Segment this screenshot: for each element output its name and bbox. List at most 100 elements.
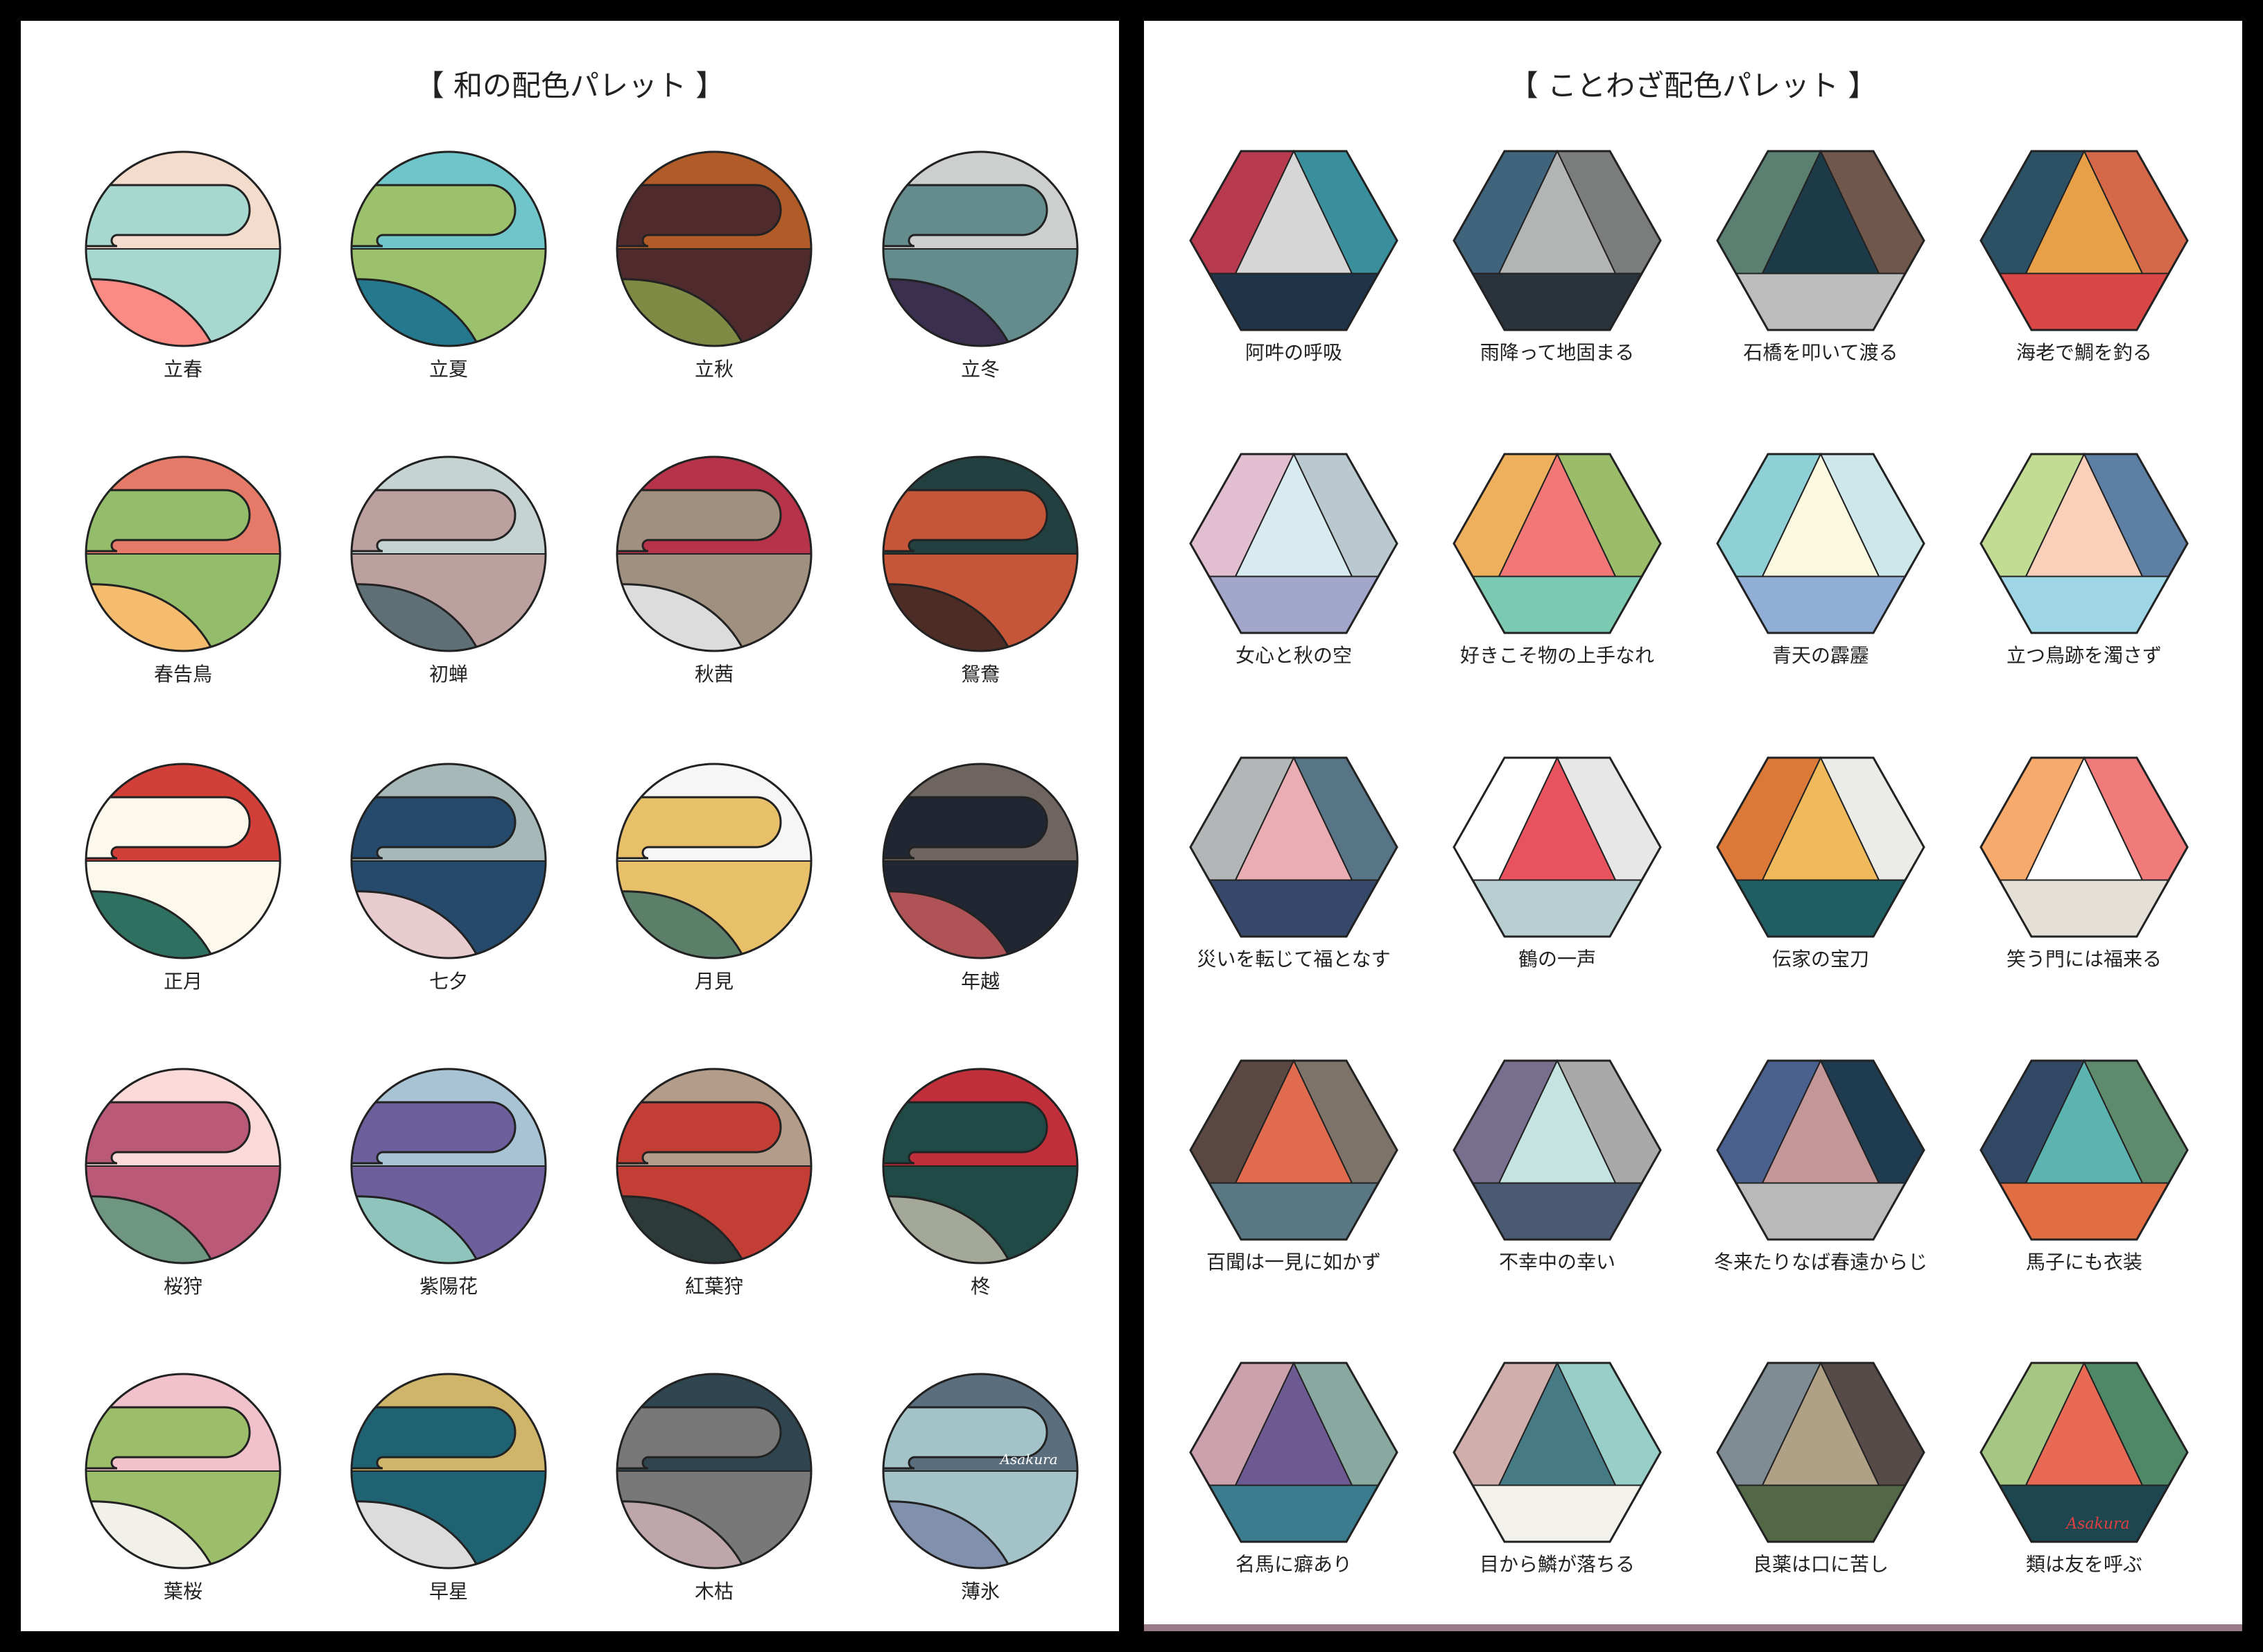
kotowaza-palette-swatch: 不幸中の幸い	[1446, 1059, 1668, 1275]
wa-palette-swatch: 立春	[72, 149, 294, 382]
kotowaza-palette-swatch: 青天の霹靂	[1710, 452, 1932, 668]
kotowaza-hexagon-graphic	[1716, 1361, 1925, 1543]
kotowaza-palette-swatch: 伝家の宝刀	[1710, 756, 1932, 972]
wa-palette-swatch: 月見	[603, 761, 825, 994]
kotowaza-hexagon-graphic	[1979, 1059, 2189, 1241]
wa-palette-swatch: 桜狩	[72, 1066, 294, 1299]
wa-palette-swatch: 立冬	[869, 149, 1091, 382]
wa-swatch-label: 秋茜	[694, 663, 734, 686]
kotowaza-palette-swatch: 災いを転じて福となす	[1183, 756, 1405, 972]
wa-circle-graphic	[882, 763, 1079, 959]
wa-palette-swatch: 鴛鴦	[869, 454, 1091, 687]
kotowaza-hexagon-graphic	[1979, 452, 2189, 634]
kotowaza-swatch-label: 女心と秋の空	[1235, 644, 1352, 667]
kotowaza-palette-swatch: 好きこそ物の上手なれ	[1446, 452, 1668, 668]
wa-circle-graphic: Asakura	[882, 1373, 1079, 1570]
wa-palette-panel: 【 和の配色パレット 】 立春 立夏 立秋 立冬 春告鳥 初蝉 秋茜 鴛鴦 正月 七夕 月見 年越 桜狩…	[21, 21, 1119, 1631]
kotowaza-palette-swatch: 立つ鳥跡を濁さず	[1973, 452, 2195, 668]
kotowaza-hexagon-graphic	[1189, 149, 1398, 331]
kotowaza-palette-swatch: 目から鱗が落ちる	[1446, 1361, 1668, 1577]
wa-circle-graphic	[616, 1068, 813, 1264]
kotowaza-hexagon-graphic: Asakura	[1979, 1361, 2189, 1543]
wa-circle-graphic	[882, 150, 1079, 347]
wa-circle-graphic	[882, 1068, 1079, 1264]
wa-swatch-label: 柊	[970, 1275, 990, 1298]
kotowaza-hexagon-graphic	[1189, 1361, 1398, 1543]
signature-text: Asakura	[998, 1451, 1057, 1468]
kotowaza-hexagon-graphic	[1453, 452, 1662, 634]
kotowaza-palette-swatch: 女心と秋の空	[1183, 452, 1405, 668]
kotowaza-palette-swatch: 海老で鯛を釣る	[1973, 149, 2195, 365]
kotowaza-hexagon-graphic	[1716, 756, 1925, 938]
kotowaza-palette-swatch: 石橋を叩いて渡る	[1710, 149, 1932, 365]
kotowaza-hexagon-graphic	[1979, 149, 2189, 331]
kotowaza-swatch-label: 海老で鯛を釣る	[2015, 341, 2152, 364]
kotowaza-swatch-label: 不幸中の幸い	[1498, 1251, 1615, 1273]
kotowaza-swatch-label: 鶴の一声	[1518, 948, 1596, 971]
wa-swatch-label: 正月	[163, 970, 202, 993]
kotowaza-swatch-label: 馬子にも衣装	[2025, 1251, 2142, 1273]
wa-swatch-label: 年越	[960, 970, 1000, 993]
kotowaza-palette-panel: 【 ことわざ配色パレット 】 阿吽の呼吸 雨降って地固まる 石橋を叩いて渡る 海老で鯛…	[1144, 21, 2242, 1631]
wa-swatch-label: 紫陽花	[419, 1275, 478, 1298]
wa-circle-graphic	[616, 150, 813, 347]
kotowaza-swatch-label: 雨降って地固まる	[1480, 341, 1635, 364]
kotowaza-palette-swatch: Asakura 類は友を呼ぶ	[1973, 1361, 2195, 1577]
kotowaza-hexagon-graphic	[1979, 756, 2189, 938]
kotowaza-swatch-label: 冬来たりなば春遠からじ	[1713, 1251, 1927, 1273]
kotowaza-swatch-label: 伝家の宝刀	[1771, 948, 1869, 971]
wa-circle-graphic	[616, 1373, 813, 1570]
kotowaza-swatch-label: 百聞は一見に如かず	[1206, 1251, 1381, 1273]
wa-palette-swatch: 紅葉狩	[603, 1066, 825, 1299]
wa-swatch-label: 月見	[694, 970, 734, 993]
wa-swatch-label: 早星	[428, 1580, 468, 1603]
wa-circle-graphic	[350, 150, 547, 347]
kotowaza-swatch-label: 目から鱗が落ちる	[1479, 1553, 1635, 1576]
wa-swatch-label: 紅葉狩	[684, 1275, 743, 1298]
wa-swatch-label: 鴛鴦	[960, 663, 1000, 686]
kotowaza-swatch-label: 好きこそ物の上手なれ	[1459, 644, 1654, 667]
signature-text: Asakura	[2065, 1515, 2129, 1533]
kotowaza-swatch-label: 良薬は口に苦し	[1752, 1553, 1889, 1576]
wa-palette-swatch: 早星	[338, 1371, 560, 1604]
wa-circle-graphic	[85, 1068, 281, 1264]
wa-swatch-label: 桜狩	[163, 1275, 202, 1298]
kotowaza-hexagon-graphic	[1453, 756, 1662, 938]
wa-swatch-label: 立春	[163, 358, 202, 381]
wa-swatch-label: 薄氷	[960, 1580, 1000, 1603]
wa-palette-swatch: 紫陽花	[338, 1066, 560, 1299]
wa-circle-graphic	[85, 1373, 281, 1570]
kotowaza-palette-title: 【 ことわざ配色パレット 】	[1509, 69, 1878, 103]
kotowaza-hexagon-graphic	[1189, 452, 1398, 634]
wa-circle-graphic	[85, 763, 281, 959]
wa-palette-swatch: 初蝉	[338, 454, 560, 687]
wa-palette-swatch: Asakura 薄氷	[869, 1371, 1091, 1604]
kotowaza-hexagon-graphic	[1453, 149, 1662, 331]
kotowaza-palette-swatch: 鶴の一声	[1446, 756, 1668, 972]
wa-circle-graphic	[85, 150, 281, 347]
wa-circle-graphic	[616, 763, 813, 959]
wa-palette-swatch: 七夕	[338, 761, 560, 994]
wa-swatch-label: 七夕	[428, 970, 468, 993]
kotowaza-palette-swatch: 笑う門には福来る	[1973, 756, 2195, 972]
kotowaza-palette-swatch: 馬子にも衣装	[1973, 1059, 2195, 1275]
wa-circle-graphic	[350, 1373, 547, 1570]
kotowaza-palette-swatch: 阿吽の呼吸	[1183, 149, 1405, 365]
wa-swatch-label: 葉桜	[163, 1580, 202, 1603]
wa-circle-graphic	[882, 455, 1079, 652]
kotowaza-swatch-label: 災いを転じて福となす	[1197, 948, 1391, 971]
kotowaza-swatch-label: 立つ鳥跡を濁さず	[2006, 644, 2162, 667]
wa-palette-swatch: 立秋	[603, 149, 825, 382]
kotowaza-hexagon-graphic	[1453, 1361, 1662, 1543]
kotowaza-palette-swatch: 名馬に癖あり	[1183, 1361, 1405, 1577]
kotowaza-palette-swatch: 雨降って地固まる	[1446, 149, 1668, 365]
wa-circle-graphic	[85, 455, 281, 652]
kotowaza-swatch-label: 石橋を叩いて渡る	[1743, 341, 1898, 364]
wa-swatch-label: 木枯	[694, 1580, 734, 1603]
wa-circle-graphic	[616, 455, 813, 652]
wa-palette-swatch: 正月	[72, 761, 294, 994]
kotowaza-hexagon-graphic	[1453, 1059, 1662, 1241]
wa-swatch-label: 春告鳥	[153, 663, 212, 686]
kotowaza-palette-swatch: 百聞は一見に如かず	[1183, 1059, 1405, 1275]
kotowaza-palette-swatch: 冬来たりなば春遠からじ	[1710, 1059, 1932, 1275]
